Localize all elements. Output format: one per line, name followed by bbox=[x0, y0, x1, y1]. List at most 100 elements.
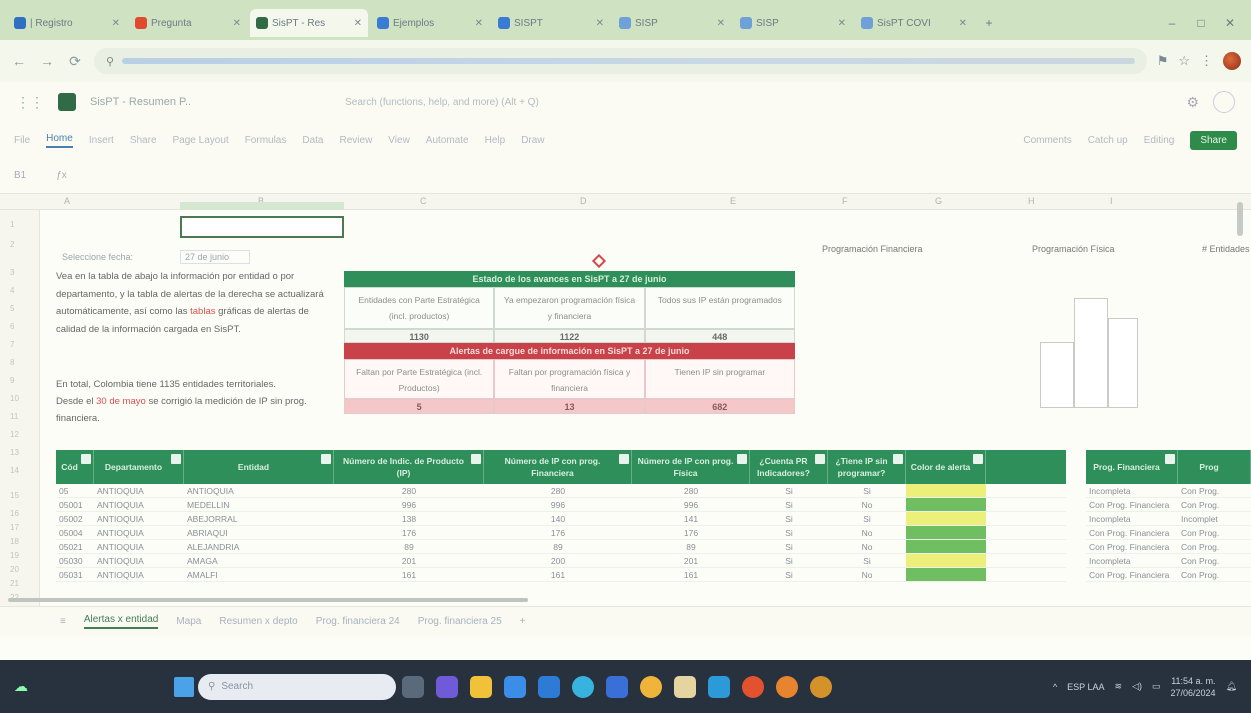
chrome-alt-icon[interactable] bbox=[742, 675, 764, 698]
col-header-h[interactable]: H bbox=[1028, 196, 1035, 206]
ribbon-tab-share[interactable]: Share bbox=[130, 135, 157, 146]
add-sheet-button[interactable]: + bbox=[520, 616, 526, 627]
profile-avatar[interactable] bbox=[1223, 52, 1241, 70]
row-number[interactable]: 20 bbox=[10, 565, 19, 574]
tab-close-icon[interactable]: ✕ bbox=[475, 18, 483, 29]
prog-table-row[interactable]: Con Prog. Financiera Con Prog. bbox=[1086, 540, 1251, 554]
store-icon[interactable] bbox=[504, 675, 526, 698]
profile-menu-icon[interactable]: ⋮ bbox=[1200, 53, 1213, 69]
ribbon-tab-review[interactable]: Review bbox=[340, 135, 373, 146]
sheet-tab[interactable]: Mapa bbox=[176, 616, 201, 627]
row-number[interactable]: 6 bbox=[10, 322, 14, 331]
ribbon-tab-view[interactable]: View bbox=[388, 135, 410, 146]
row-number[interactable]: 8 bbox=[10, 358, 14, 367]
excel-search-input[interactable]: Search (functions, help, and more) (Alt … bbox=[345, 97, 605, 108]
row-number[interactable]: 16 bbox=[10, 509, 19, 518]
wifi-icon[interactable]: ≋ bbox=[1115, 681, 1123, 692]
sheet-menu-icon[interactable]: ≡ bbox=[60, 616, 66, 627]
prog-table-row[interactable]: Incompleta Incomplet bbox=[1086, 512, 1251, 526]
ribbon-tab-automate[interactable]: Automate bbox=[426, 135, 469, 146]
table-row[interactable]: 05 ANTIOQUIA ANTIOQUIA 280 280 280 Si Si bbox=[56, 484, 1066, 498]
row-number[interactable]: 14 bbox=[10, 466, 19, 475]
sheet-tab[interactable]: Prog. financiera 25 bbox=[418, 616, 502, 627]
filter-dropdown-icon[interactable] bbox=[973, 454, 983, 464]
prog-table-row[interactable]: Incompleta Con Prog. bbox=[1086, 554, 1251, 568]
file-explorer-icon[interactable] bbox=[470, 675, 492, 698]
row-number[interactable]: 13 bbox=[10, 448, 19, 457]
favorites-icon[interactable]: ☆ bbox=[1178, 53, 1190, 69]
maximize-icon[interactable]: □ bbox=[1188, 16, 1214, 30]
new-tab-icon[interactable]: + bbox=[976, 16, 1002, 30]
tab-close-icon[interactable]: ✕ bbox=[354, 18, 362, 29]
app-icon[interactable] bbox=[674, 675, 696, 698]
col-header-c[interactable]: C bbox=[420, 196, 427, 206]
ribbon-tab-page-layout[interactable]: Page Layout bbox=[173, 135, 229, 146]
filter-dropdown-icon[interactable] bbox=[619, 454, 629, 464]
filter-dropdown-icon[interactable] bbox=[171, 454, 181, 464]
date-filter-select[interactable]: 27 de junio bbox=[180, 250, 250, 264]
row-number[interactable]: 12 bbox=[10, 430, 19, 439]
ribbon-tab-data[interactable]: Data bbox=[302, 135, 323, 146]
col-header-i[interactable]: I bbox=[1110, 196, 1113, 206]
taskbar-search[interactable]: ⚲ Search bbox=[198, 673, 396, 700]
extensions-icon[interactable]: ⚑ bbox=[1157, 53, 1169, 69]
table-row[interactable]: 05030 ANTIOQUIA AMAGA 201 200 201 Si Si bbox=[56, 554, 1066, 568]
close-window-icon[interactable]: ✕ bbox=[1217, 16, 1243, 30]
ribbon-tab-help[interactable]: Help bbox=[485, 135, 506, 146]
row-number[interactable]: 4 bbox=[10, 286, 14, 295]
table-row[interactable]: 05031 ANTIOQUIA AMALFI 161 161 161 Si No bbox=[56, 568, 1066, 582]
vertical-scrollbar[interactable] bbox=[1237, 202, 1243, 236]
formula-fx-icon[interactable]: ƒx bbox=[56, 170, 67, 181]
row-number[interactable]: 21 bbox=[10, 579, 19, 588]
ribbon-tab-formulas[interactable]: Formulas bbox=[245, 135, 287, 146]
browser-tab[interactable]: Pregunta ✕ bbox=[129, 9, 247, 37]
table-header-5[interactable]: Número de IP con prog. Física bbox=[632, 450, 750, 484]
col-header-e[interactable]: E bbox=[730, 196, 736, 206]
row-number[interactable]: 10 bbox=[10, 394, 19, 403]
battery-icon[interactable]: ▭ bbox=[1152, 681, 1161, 692]
horizontal-scrollbar[interactable] bbox=[8, 598, 528, 602]
table-header-4[interactable]: Número de IP con prog. Financiera bbox=[484, 450, 632, 484]
mini-bar-chart[interactable] bbox=[1040, 298, 1140, 408]
user-avatar[interactable] bbox=[1213, 91, 1235, 113]
app-icon[interactable] bbox=[708, 675, 730, 698]
table-header-8[interactable]: Color de alerta bbox=[906, 450, 986, 484]
tab-close-icon[interactable]: ✕ bbox=[959, 18, 967, 29]
row-number[interactable]: 9 bbox=[10, 376, 14, 385]
notifications-icon[interactable]: 🔔︎ bbox=[1226, 681, 1237, 692]
tab-close-icon[interactable]: ✕ bbox=[717, 18, 725, 29]
prog-table-row[interactable]: Incompleta Con Prog. bbox=[1086, 484, 1251, 498]
browser-tab[interactable]: SisPT - Res ✕ bbox=[250, 9, 368, 37]
table-header-0[interactable]: Cód bbox=[56, 450, 94, 484]
row-number[interactable]: 19 bbox=[10, 551, 19, 560]
tab-close-icon[interactable]: ✕ bbox=[112, 18, 120, 29]
minimize-icon[interactable]: – bbox=[1159, 16, 1185, 30]
browser-tab[interactable]: SISP ✕ bbox=[613, 9, 731, 37]
app-launcher-icon[interactable]: ⋮⋮ bbox=[16, 94, 44, 111]
word-icon[interactable] bbox=[606, 675, 628, 698]
url-bar[interactable]: ⚲ bbox=[94, 48, 1147, 74]
filter-dropdown-icon[interactable] bbox=[321, 454, 331, 464]
ribbon-tab-insert[interactable]: Insert bbox=[89, 135, 114, 146]
edge-icon[interactable] bbox=[572, 675, 594, 698]
filter-dropdown-icon[interactable] bbox=[737, 454, 747, 464]
row-number[interactable]: 11 bbox=[10, 412, 18, 421]
teams-icon[interactable] bbox=[436, 675, 458, 698]
row-number[interactable]: 7 bbox=[10, 340, 14, 349]
table-header-6[interactable]: ¿Cuenta PR Indicadores? bbox=[750, 450, 828, 484]
browser-tab[interactable]: SISPT ✕ bbox=[492, 9, 610, 37]
filter-dropdown-icon[interactable] bbox=[81, 454, 91, 464]
share-button[interactable]: Share bbox=[1190, 130, 1237, 150]
outlook-icon[interactable] bbox=[538, 675, 560, 698]
filter-dropdown-icon[interactable] bbox=[815, 454, 825, 464]
tray-chevron-icon[interactable]: ^ bbox=[1053, 682, 1057, 692]
col-header-g[interactable]: G bbox=[935, 196, 942, 206]
table-header-2[interactable]: Entidad bbox=[184, 450, 334, 484]
filter-dropdown-icon[interactable] bbox=[471, 454, 481, 464]
settings-icon[interactable]: ⚙ bbox=[1186, 94, 1199, 111]
tab-close-icon[interactable]: ✕ bbox=[838, 18, 846, 29]
sheet-tab[interactable]: Prog. financiera 24 bbox=[316, 616, 400, 627]
filter-dropdown-icon[interactable] bbox=[893, 454, 903, 464]
ribbon-tab-file[interactable]: File bbox=[14, 135, 30, 146]
taskview-icon[interactable] bbox=[402, 675, 424, 698]
